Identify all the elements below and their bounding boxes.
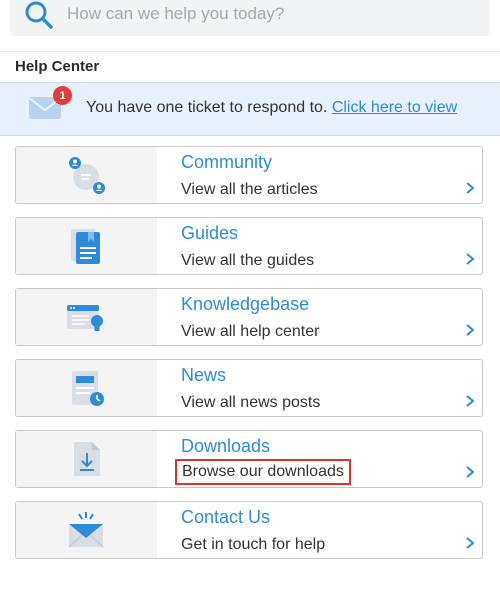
ticket-count-badge: 1: [53, 86, 72, 105]
search-icon[interactable]: [24, 0, 54, 30]
card-downloads[interactable]: Downloads Browse our downloads: [15, 430, 483, 488]
chevron-right-icon: [466, 182, 475, 194]
notice-message: You have one ticket to respond to. Click…: [86, 99, 457, 117]
card-title: Knowledgebase: [181, 294, 310, 314]
card-icon-area: [16, 289, 157, 345]
chevron-right-icon: [466, 395, 475, 407]
card-description: View all the guides: [181, 252, 315, 269]
card-icon-area: [16, 218, 157, 274]
card-news[interactable]: News View all news posts: [15, 359, 483, 417]
ticket-notice-banner: 1 You have one ticket to respond to. Cli…: [0, 82, 500, 136]
card-title: News: [181, 365, 227, 385]
search-bar[interactable]: [10, 0, 490, 36]
view-ticket-link[interactable]: Click here to view: [332, 99, 457, 116]
card-community[interactable]: Community View all the articles: [15, 146, 483, 204]
notice-text: You have one ticket to respond to.: [86, 99, 328, 116]
card-icon-area: [16, 502, 157, 558]
knowledgebase-lightbulb-icon: [67, 305, 103, 331]
chevron-right-icon: [466, 466, 475, 478]
card-title: Guides: [181, 223, 239, 243]
chevron-right-icon: [466, 253, 475, 265]
card-description: View all news posts: [181, 394, 321, 411]
divider: [0, 51, 500, 52]
download-file-icon: [74, 442, 100, 476]
card-icon-area: [16, 360, 157, 416]
card-knowledgebase[interactable]: Knowledgebase View all help center: [15, 288, 483, 346]
chevron-right-icon: [466, 537, 475, 549]
card-title: Downloads: [181, 436, 271, 456]
news-clock-icon: [72, 371, 104, 406]
envelope-icon: [68, 512, 104, 548]
card-icon-area: [16, 147, 157, 203]
card-contact-us[interactable]: Contact Us Get in touch for help: [15, 501, 483, 559]
chevron-right-icon: [466, 324, 475, 336]
card-description: View all help center: [181, 323, 320, 340]
card-title: Community: [181, 152, 273, 172]
search-input[interactable]: [65, 1, 469, 27]
page-title: Help Center: [15, 58, 100, 75]
card-description: Get in touch for help: [181, 536, 326, 553]
guide-document-icon: [71, 229, 100, 264]
card-guides[interactable]: Guides View all the guides: [15, 217, 483, 275]
card-description: View all the articles: [181, 181, 318, 198]
card-icon-area: [16, 431, 157, 487]
card-description-highlighted[interactable]: Browse our downloads: [175, 459, 351, 485]
community-icon: [69, 157, 105, 194]
card-title: Contact Us: [181, 507, 271, 527]
